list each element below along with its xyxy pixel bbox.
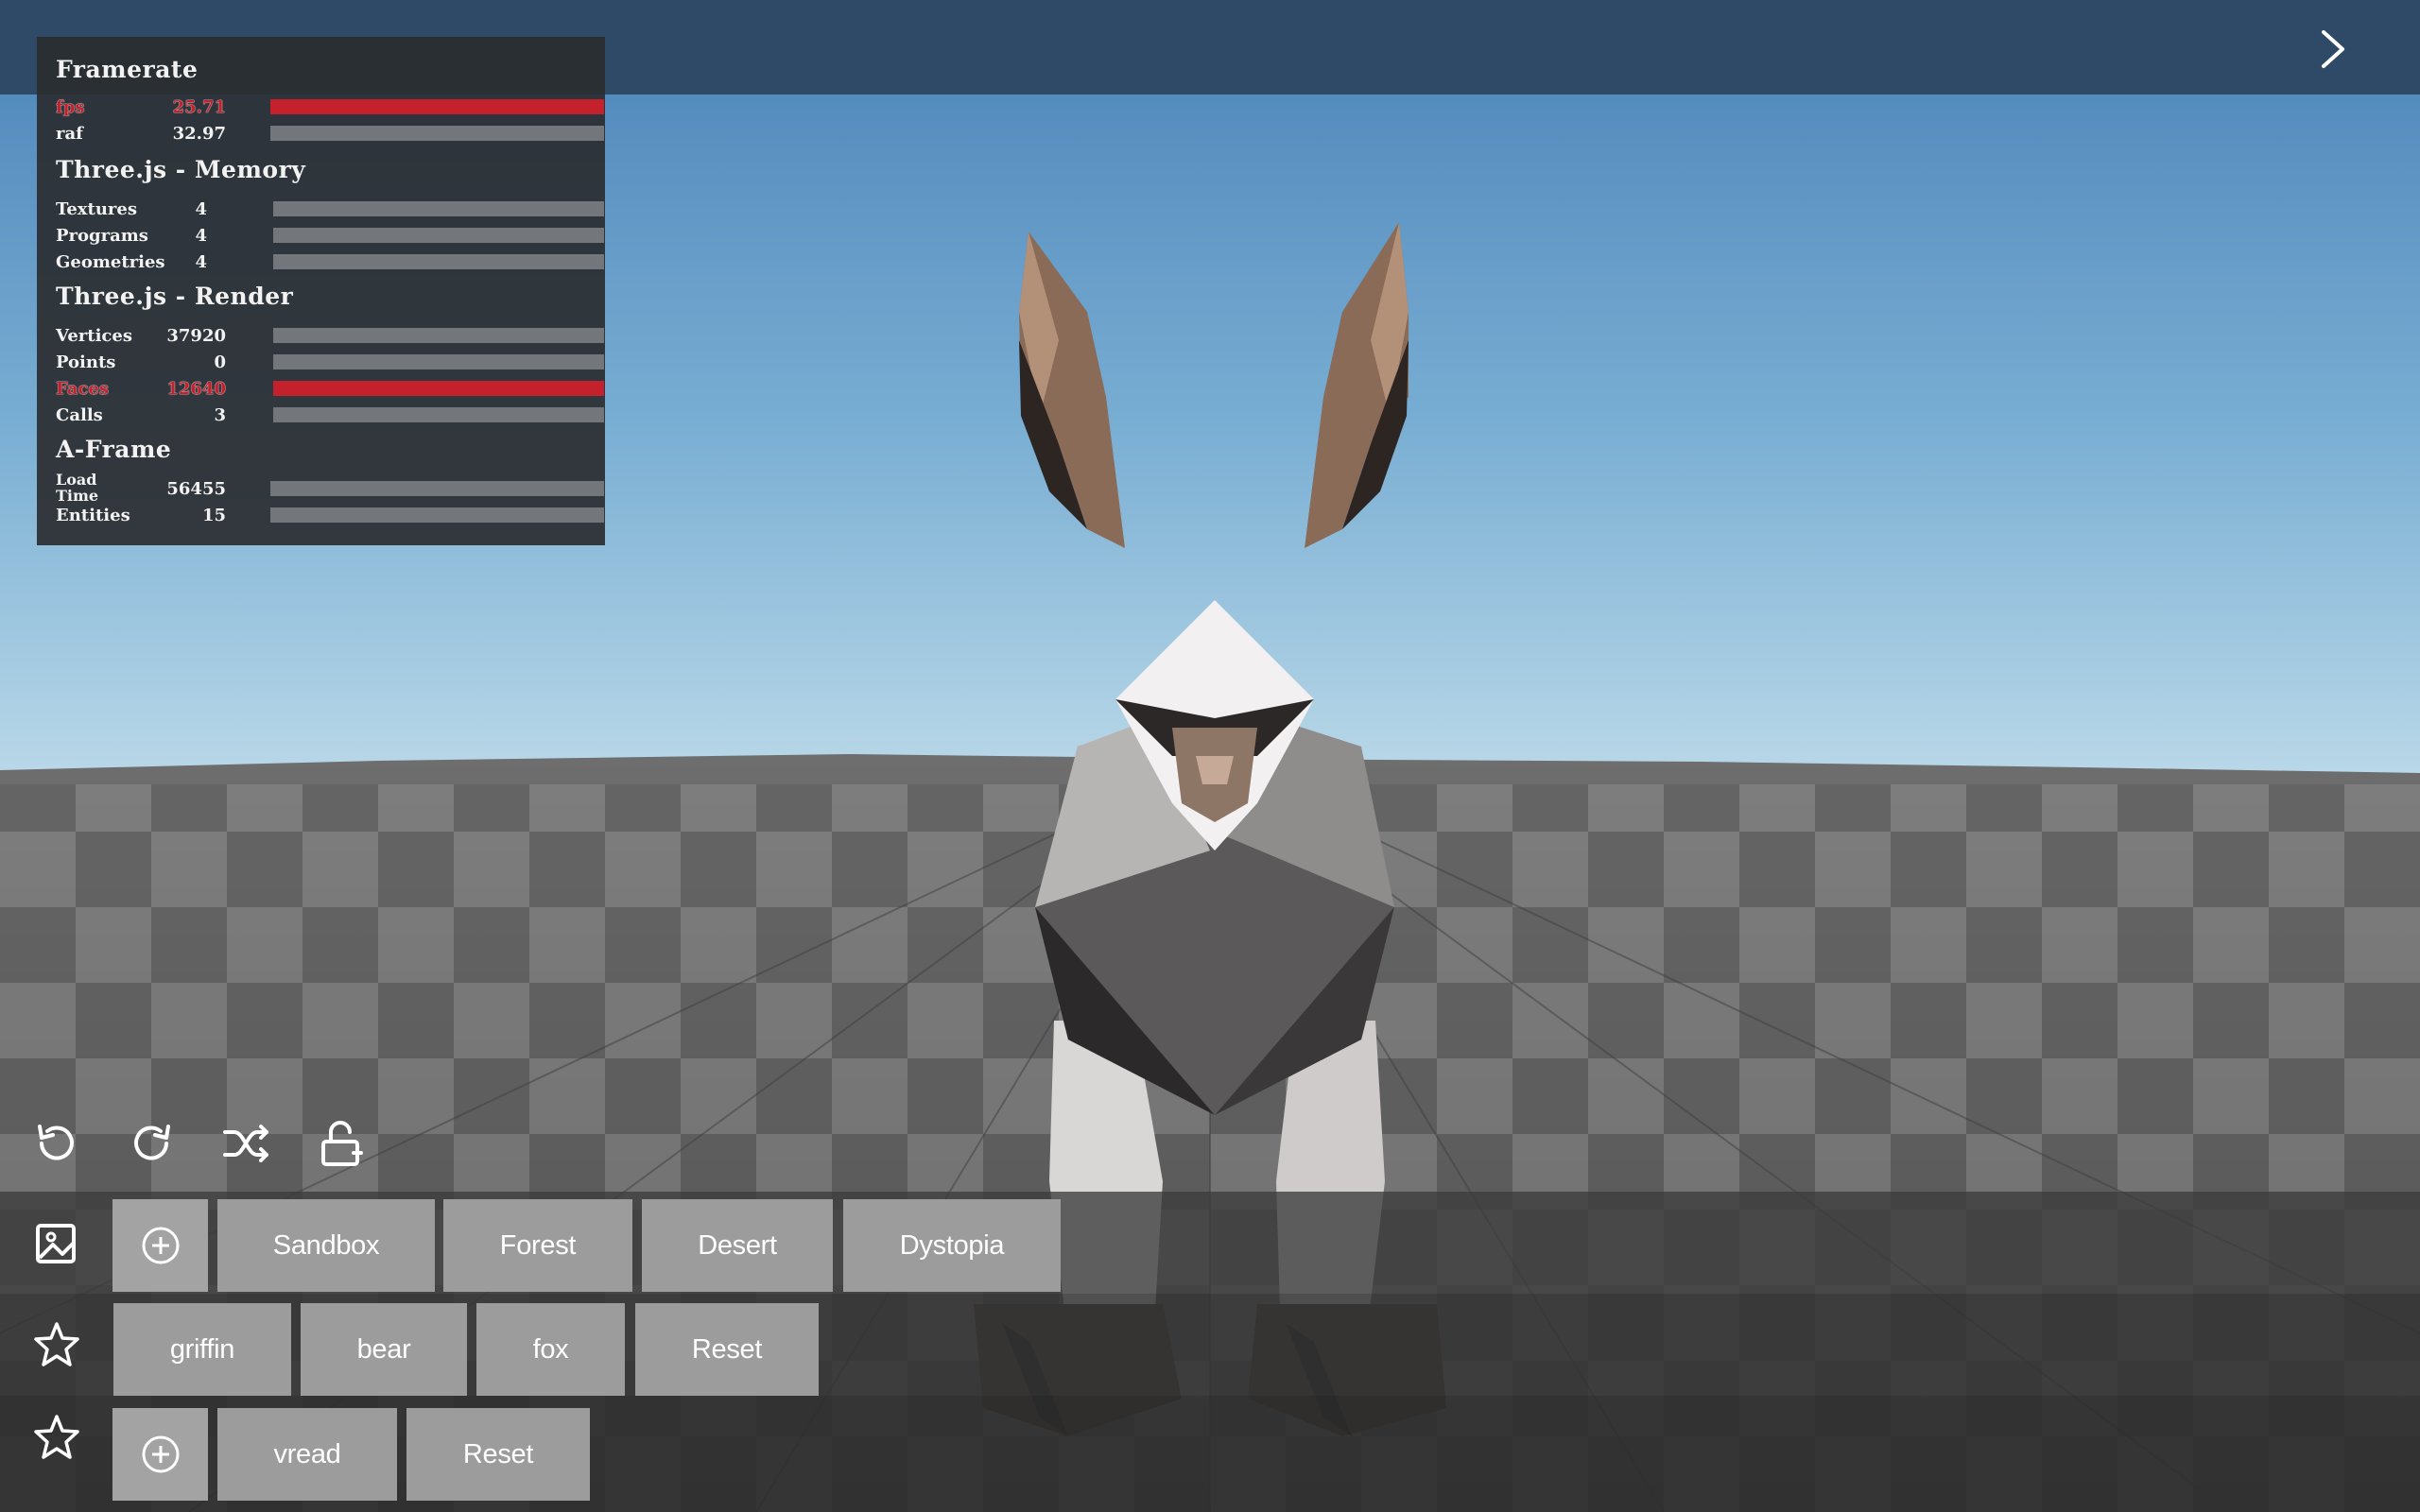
- undo-icon[interactable]: [28, 1115, 85, 1172]
- star-icon: [28, 1409, 85, 1466]
- image-icon: [28, 1214, 85, 1271]
- plus-circle-icon: [142, 1227, 179, 1264]
- env-dystopia-button[interactable]: Dystopia: [843, 1199, 1061, 1292]
- stat-value: 15: [201, 506, 226, 525]
- custom-vread-button[interactable]: vread: [217, 1408, 397, 1501]
- stat-value: 32.97: [172, 124, 226, 144]
- stat-geometries: Geometries 4: [56, 252, 604, 273]
- stat-graph: [273, 407, 604, 422]
- stat-value: 3: [214, 405, 226, 425]
- env-sandbox-button[interactable]: Sandbox: [217, 1199, 435, 1292]
- stat-graph-fill: [270, 99, 604, 114]
- stat-fps: fps 25.71: [56, 97, 604, 118]
- stat-graph: [273, 254, 604, 269]
- stat-graph: [273, 354, 604, 369]
- model-griffin-button[interactable]: griffin: [113, 1303, 291, 1396]
- stat-graph: [270, 99, 604, 114]
- stat-value: 0: [214, 352, 226, 372]
- stats-section-title: Framerate: [56, 56, 199, 83]
- env-desert-button[interactable]: Desert: [642, 1199, 833, 1292]
- chevron-right-icon[interactable]: [2305, 21, 2361, 77]
- stat-graph: [273, 381, 604, 396]
- plus-circle-icon: [142, 1435, 179, 1473]
- stat-graph: [270, 481, 604, 496]
- environments-bar: Sandbox Forest Desert Dystopia: [0, 1192, 2420, 1294]
- star-icon: [28, 1316, 85, 1373]
- stat-value: 25.71: [172, 97, 226, 117]
- stat-points: Points 0: [56, 352, 604, 373]
- add-custom-button[interactable]: [112, 1408, 208, 1501]
- stat-faces: Faces 12640: [56, 379, 604, 400]
- stat-value: 4: [195, 252, 207, 272]
- stat-graph: [273, 328, 604, 343]
- stat-load-time: Load Time 56455: [56, 472, 604, 504]
- redo-icon[interactable]: [123, 1115, 180, 1172]
- stat-textures: Textures 4: [56, 199, 604, 220]
- custom-bar: vread Reset: [0, 1396, 2420, 1512]
- env-forest-button[interactable]: Forest: [443, 1199, 632, 1292]
- shuffle-icon[interactable]: [217, 1115, 274, 1172]
- stat-entities: Entities 15: [56, 506, 604, 526]
- custom-reset-button[interactable]: Reset: [406, 1408, 590, 1501]
- stat-raf: raf 32.97: [56, 124, 604, 145]
- stat-value: 4: [195, 226, 207, 246]
- stat-graph-fill: [273, 381, 604, 396]
- stat-graph: [273, 228, 604, 243]
- stats-section-title: Three.js - Render: [56, 283, 294, 310]
- model-bear-button[interactable]: bear: [301, 1303, 467, 1396]
- stats-section-title: Three.js - Memory: [56, 156, 306, 183]
- unlock-icon[interactable]: [312, 1115, 369, 1172]
- models-bar: griffin bear fox Reset: [0, 1294, 2420, 1396]
- stat-value: 56455: [166, 479, 226, 499]
- model-fox-button[interactable]: fox: [476, 1303, 625, 1396]
- stat-calls: Calls 3: [56, 405, 604, 426]
- stat-value: 37920: [166, 326, 226, 346]
- stats-panel: Framerate fps 25.71 raf 32.97 Three.js -…: [37, 37, 605, 545]
- stat-graph: [270, 126, 604, 141]
- stat-programs: Programs 4: [56, 226, 604, 247]
- stat-vertices: Vertices 37920: [56, 326, 604, 347]
- stat-graph: [273, 201, 604, 216]
- stat-value: 12640: [166, 379, 226, 399]
- stat-value: 4: [195, 199, 207, 219]
- model-reset-button[interactable]: Reset: [635, 1303, 819, 1396]
- stats-section-title: A-Frame: [56, 436, 172, 463]
- stat-graph: [270, 507, 604, 523]
- add-environment-button[interactable]: [112, 1199, 208, 1292]
